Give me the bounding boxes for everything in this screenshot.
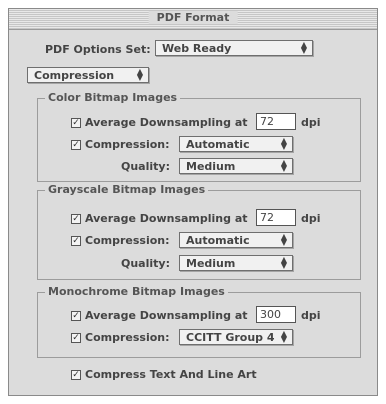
mono-compression-checkbox[interactable]: ✓ xyxy=(71,333,81,343)
color-dpi-input[interactable]: 72 xyxy=(256,113,296,130)
popup-arrows-icon: ▲ ▼ xyxy=(280,136,287,151)
monochrome-bitmap-group xyxy=(37,292,361,358)
compress-text-label: Compress Text And Line Art xyxy=(85,368,257,381)
pdf-format-window: PDF Format PDF Options Set: Web Ready ▲ ▼… xyxy=(8,8,378,396)
popup-arrows-icon: ▲ ▼ xyxy=(280,255,287,270)
color-compression-value: Automatic xyxy=(186,138,250,151)
mono-downsample-label: Average Downsampling at xyxy=(85,309,248,322)
title-bar[interactable]: PDF Format xyxy=(9,9,377,30)
grayscale-compression-checkbox[interactable]: ✓ xyxy=(71,236,81,246)
monochrome-group-title: Monochrome Bitmap Images xyxy=(45,285,228,298)
color-compression-popup[interactable]: Automatic ▲ ▼ xyxy=(179,136,293,152)
mono-dpi-unit: dpi xyxy=(301,309,321,322)
grayscale-group-title: Grayscale Bitmap Images xyxy=(45,183,209,196)
color-group-title: Color Bitmap Images xyxy=(45,91,181,104)
color-dpi-unit: dpi xyxy=(301,116,321,129)
options-set-value: Web Ready xyxy=(162,42,232,55)
section-popup-value: Compression xyxy=(34,69,115,82)
window-title: PDF Format xyxy=(148,11,238,24)
popup-arrows-icon: ▲ ▼ xyxy=(136,67,143,82)
grayscale-dpi-input[interactable]: 72 xyxy=(256,209,296,226)
compress-text-checkbox[interactable]: ✓ xyxy=(71,370,81,380)
mono-dpi-input[interactable]: 300 xyxy=(256,306,296,323)
grayscale-compression-label: Compression: xyxy=(85,234,170,247)
color-compression-checkbox[interactable]: ✓ xyxy=(71,140,81,150)
popup-arrows-icon: ▲ ▼ xyxy=(280,158,287,173)
mono-compression-popup[interactable]: CCITT Group 4 ▲ ▼ xyxy=(179,329,293,345)
color-compression-label: Compression: xyxy=(85,138,170,151)
color-downsample-label: Average Downsampling at xyxy=(85,116,248,129)
popup-arrows-icon: ▲ ▼ xyxy=(280,232,287,247)
grayscale-dpi-unit: dpi xyxy=(301,212,321,225)
grayscale-quality-popup[interactable]: Medium ▲ ▼ xyxy=(179,255,293,271)
popup-arrows-icon: ▲ ▼ xyxy=(300,40,307,55)
grayscale-downsample-label: Average Downsampling at xyxy=(85,212,248,225)
color-quality-label: Quality: xyxy=(121,160,170,173)
grayscale-quality-label: Quality: xyxy=(121,257,170,270)
popup-arrows-icon: ▲ ▼ xyxy=(280,329,287,344)
grayscale-quality-value: Medium xyxy=(186,257,236,270)
grayscale-downsample-checkbox[interactable]: ✓ xyxy=(71,214,81,224)
mono-compression-value: CCITT Group 4 xyxy=(186,331,275,344)
options-set-popup[interactable]: Web Ready ▲ ▼ xyxy=(155,40,313,56)
mono-compression-label: Compression: xyxy=(85,331,170,344)
color-quality-value: Medium xyxy=(186,160,236,173)
color-quality-popup[interactable]: Medium ▲ ▼ xyxy=(179,158,293,174)
color-downsample-checkbox[interactable]: ✓ xyxy=(71,118,81,128)
grayscale-compression-popup[interactable]: Automatic ▲ ▼ xyxy=(179,232,293,248)
options-set-label: PDF Options Set: xyxy=(45,43,151,56)
mono-downsample-checkbox[interactable]: ✓ xyxy=(71,311,81,321)
section-popup[interactable]: Compression ▲ ▼ xyxy=(27,67,149,83)
grayscale-compression-value: Automatic xyxy=(186,234,250,247)
